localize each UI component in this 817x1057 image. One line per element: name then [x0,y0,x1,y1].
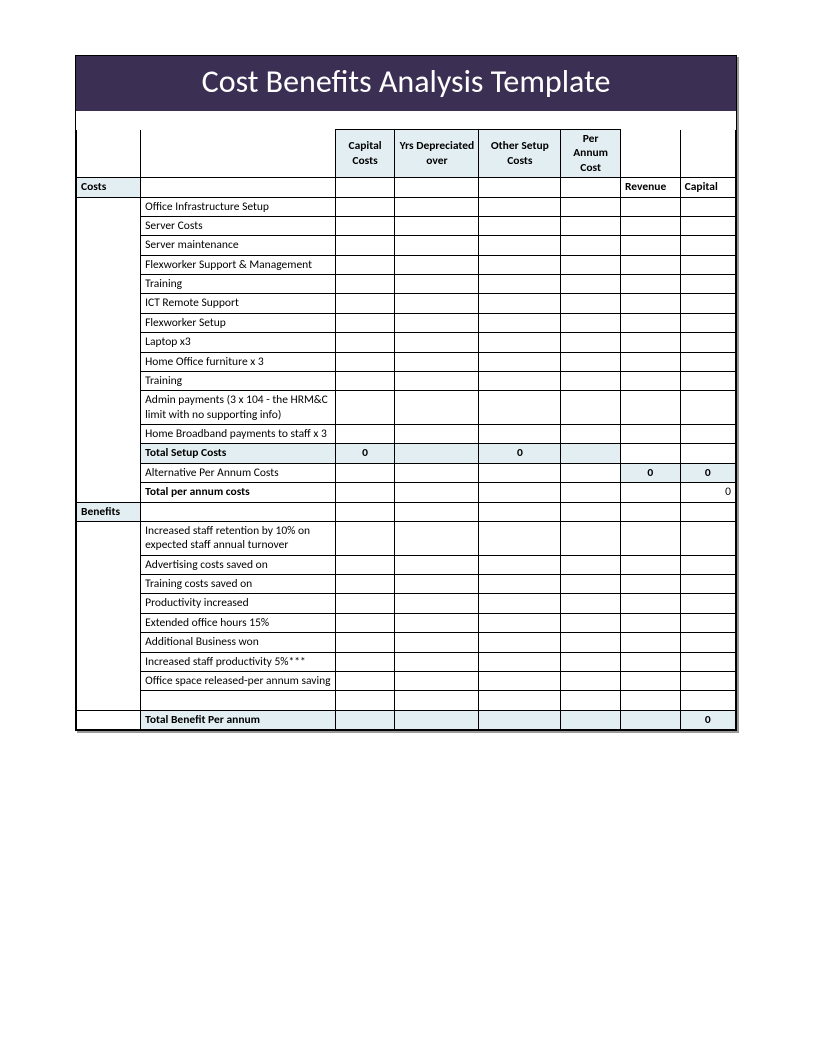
col-capital-costs: Capital Costs [335,130,395,178]
cost-item: Training [141,371,336,390]
subheader-revenue: Revenue [620,178,680,197]
total-per-annum-val: 0 [680,483,735,502]
col-other-setup: Other Setup Costs [479,130,561,178]
total-setup-other: 0 [479,444,561,463]
table-row [77,691,736,710]
cost-item: Home Broadband payments to staff x 3 [141,425,336,444]
section-costs: Costs [77,178,141,197]
cost-item: Office Infrastructure Setup [141,197,336,216]
total-per-annum-label: Total per annum costs [141,483,336,502]
benefit-item: Productivity increased [141,594,336,613]
table-row: Office space released-per annum saving [77,671,736,690]
analysis-table: Capital Costs Yrs Depreciated over Other… [76,111,736,730]
cost-item: Training [141,275,336,294]
blank-cell [395,178,479,197]
total-benefit-val: 0 [680,710,735,729]
blank-cell [335,178,395,197]
cost-item: Flexworker Support & Management [141,255,336,274]
blank-cell [561,178,621,197]
table-row: Flexworker Support & Management [77,255,736,274]
col-per-annum: Per Annum Cost [561,130,621,178]
table-row: Server maintenance [77,236,736,255]
table-row: Laptop x3 [77,333,736,352]
blank-cell [141,178,336,197]
benefit-item: Increased staff productivity 5%*** [141,652,336,671]
title-bar: Cost Benefits Analysis Template [76,56,736,111]
header-blank-6 [620,130,680,178]
alt-per-annum-val1: 0 [620,463,680,482]
total-benefit-label: Total Benefit Per annum [141,710,336,729]
cost-item: Server maintenance [141,236,336,255]
header-blank-1 [141,130,336,178]
total-per-annum-row: Total per annum costs 0 [77,483,736,502]
benefit-item: Training costs saved on [141,575,336,594]
benefit-item: Advertising costs saved on [141,555,336,574]
benefit-item: Increased staff retention by 10% on expe… [141,521,336,555]
subheader-capital: Capital [680,178,735,197]
table-row: Training [77,275,736,294]
cost-item: Admin payments (3 x 104 - the HRM&C limi… [141,391,336,425]
benefit-item: Additional Business won [141,633,336,652]
costs-section-row: Costs Revenue Capital [77,178,736,197]
title-text: Cost Benefits Analysis Template [202,62,611,101]
spreadsheet-frame: Cost Benefits Analysis Template Capital … [75,55,737,731]
cost-item: Flexworker Setup [141,313,336,332]
alt-per-annum-label: Alternative Per Annum Costs [141,463,336,482]
cost-item: Server Costs [141,216,336,235]
blank-cell [479,178,561,197]
table-row: Server Costs [77,216,736,235]
benefit-item: Office space released-per annum saving [141,671,336,690]
alt-per-annum-row: Alternative Per Annum Costs 0 0 [77,463,736,482]
table-row: Home Office furniture x 3 [77,352,736,371]
table-row: Home Broadband payments to staff x 3 [77,425,736,444]
table-row: Flexworker Setup [77,313,736,332]
cost-item: Laptop x3 [141,333,336,352]
table-row: Advertising costs saved on [77,555,736,574]
table-row: Increased staff productivity 5%*** [77,652,736,671]
table-row: ICT Remote Support [77,294,736,313]
table-row: Increased staff retention by 10% on expe… [77,521,736,555]
benefits-section-row: Benefits [77,502,736,521]
alt-per-annum-val2: 0 [680,463,735,482]
col-yrs-depreciated: Yrs Depreciated over [395,130,479,178]
total-setup-capital: 0 [335,444,395,463]
table-row: Extended office hours 15% [77,613,736,632]
table-row: Training costs saved on [77,575,736,594]
total-setup-row: Total Setup Costs 0 0 [77,444,736,463]
section-benefits: Benefits [77,502,141,521]
table-row: Productivity increased [77,594,736,613]
header-blank-0 [77,130,141,178]
header-blank-7 [680,130,735,178]
table-row: Admin payments (3 x 104 - the HRM&C limi… [77,391,736,425]
page: Cost Benefits Analysis Template Capital … [0,0,817,1057]
cost-item: Home Office furniture x 3 [141,352,336,371]
header-row: Capital Costs Yrs Depreciated over Other… [77,130,736,178]
table-row: Additional Business won [77,633,736,652]
benefit-item: Extended office hours 15% [141,613,336,632]
table-row: Training [77,371,736,390]
total-benefit-row: Total Benefit Per annum 0 [77,710,736,729]
table-row: Office Infrastructure Setup [77,197,736,216]
total-setup-label: Total Setup Costs [141,444,336,463]
spacer-row [77,111,736,130]
cost-item: ICT Remote Support [141,294,336,313]
